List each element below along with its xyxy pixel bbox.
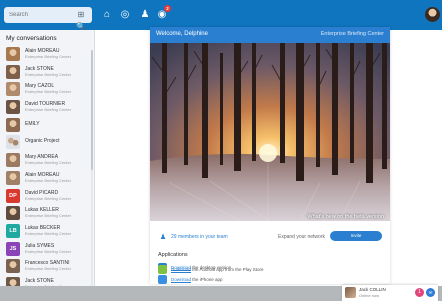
conversation-item[interactable]: Lukas KELLER Enterprise Briefing Center (0, 204, 94, 222)
avatar (6, 100, 20, 115)
applications-title: Applications (158, 252, 188, 258)
invite-button[interactable]: Invite (330, 231, 382, 241)
team-members-link[interactable]: 29 members in your team (171, 234, 228, 240)
notification-badge: 2 (164, 5, 171, 12)
avatar (6, 64, 20, 79)
conversation-item[interactable]: Jack STONEEnterprise Briefing Center (0, 63, 94, 81)
photo-caption[interactable]: What's new on the beta version (307, 214, 384, 220)
avatar: DP (6, 188, 20, 203)
avatar (6, 117, 20, 132)
conversation-item[interactable]: DP David PICARD Enterprise Briefing Center (0, 187, 94, 205)
brand-name: Enterprise Briefing Center (320, 31, 384, 37)
conversation-list: Alain MOREAU Enterprise Briefing Center Ja… (0, 45, 94, 286)
conversation-subtitle: Enterprise Briefing Center (25, 160, 72, 166)
avatar (6, 47, 20, 61)
conversation-item[interactable]: Organic Project (0, 133, 94, 151)
conversation-subtitle: Enterprise Briefing Center (25, 266, 72, 272)
avatar (6, 82, 20, 97)
welcome-title: Welcome, Delphine (156, 31, 208, 37)
hero-photo[interactable]: What's new on the beta version (150, 43, 390, 221)
top-bar: ⊞🔍 ⌂ ◎ ♟ ◉ 2 (0, 0, 442, 31)
compass-icon[interactable]: ◎ (118, 8, 132, 22)
conversations-sidebar: My conversations Alain MOREAU Enterprise … (0, 30, 95, 286)
conversation-item[interactable]: Alain MOREAU Enterprise Briefing Center (0, 45, 94, 63)
chat-chip-name: Jack COLLIN (359, 287, 386, 292)
app-row-android: Download the Android app from the Play S… (158, 265, 378, 276)
chat-chip-avatar (345, 287, 356, 298)
download-iphone-link[interactable]: Download (171, 277, 191, 282)
contacts-icon[interactable]: ♟ (138, 8, 152, 22)
conversation-item[interactable]: LB Lukas BECKER Enterprise Briefing Center (0, 222, 94, 240)
avatar (6, 170, 20, 185)
welcome-card: Welcome, Delphine Enterprise Briefing Ce… (150, 27, 390, 284)
avatar (6, 276, 20, 286)
conversation-item[interactable]: David TOURNIER Enterprise Briefing Center (0, 98, 94, 116)
conversation-name: EMILY (25, 120, 40, 127)
conversation-subtitle: Enterprise Briefing Center (25, 230, 72, 236)
conversation-subtitle: Enterprise Briefing Center (25, 54, 72, 59)
conversation-item[interactable]: JS Julia SYMES Enterprise Briefing Center (0, 240, 94, 258)
chat-chip[interactable]: Jack COLLIN Online now 1 ✉ (342, 285, 438, 301)
search-input[interactable] (9, 7, 71, 23)
group-avatar (6, 135, 20, 150)
team-row: ♟ 29 members in your team Expand your ne… (150, 231, 390, 245)
conversation-subtitle: Enterprise Briefing Center (25, 213, 72, 219)
conversation-item[interactable]: EMILY (0, 116, 94, 134)
home-icon[interactable]: ⌂ (100, 8, 114, 22)
app-android-label: the Android app from the Play Store (191, 267, 264, 272)
download-android-link[interactable]: Download (171, 267, 191, 272)
chat-chip-status: Online now (359, 293, 380, 298)
avatar: JS (6, 241, 20, 256)
sidebar-title: My conversations (6, 35, 57, 42)
expand-network-label: Expand your network (278, 234, 325, 240)
conversation-subtitle: Enterprise Briefing Center (25, 195, 72, 201)
conversation-subtitle: Enterprise Briefing Center (25, 177, 72, 183)
avatar: LB (6, 223, 20, 238)
app-iphone-label: the iPhone app (191, 277, 223, 282)
team-icon: ♟ (159, 234, 167, 241)
user-avatar[interactable] (425, 7, 440, 22)
avatar (6, 153, 20, 168)
conversation-item[interactable]: Jack STONEEnterprise Briefing Center (0, 275, 94, 286)
card-header: Welcome, Delphine Enterprise Briefing Ce… (150, 27, 390, 43)
appstore-icon (158, 275, 167, 284)
conversation-subtitle: Enterprise Briefing Center (25, 89, 72, 95)
forest-sunset-image (150, 43, 390, 221)
conversation-item[interactable]: Alain MOREAU Enterprise Briefing Center (0, 169, 94, 187)
conversation-item[interactable]: Mary ANDREA Enterprise Briefing Center (0, 151, 94, 169)
conversation-item[interactable]: Mary CAZOL Enterprise Briefing Center (0, 80, 94, 98)
chat-icon[interactable]: ✉ (426, 288, 435, 297)
avatar (6, 259, 20, 274)
search-box[interactable]: ⊞🔍 (4, 7, 92, 31)
avatar (6, 206, 20, 221)
conversation-subtitle: Enterprise Briefing Center (25, 248, 72, 254)
qr-search-icon[interactable]: ⊞🔍 (74, 9, 88, 31)
chat-chip-badge[interactable]: 1 (415, 288, 424, 297)
conversation-name: Organic Project (25, 138, 60, 145)
conversation-item[interactable]: Francesco SANTINI Enterprise Briefing Cen… (0, 257, 94, 275)
conversation-subtitle: Enterprise Briefing Center (25, 71, 72, 77)
android-icon (158, 265, 167, 274)
sidebar-scroll-thumb[interactable] (91, 50, 93, 170)
conversation-subtitle: Enterprise Briefing Center (25, 107, 72, 113)
